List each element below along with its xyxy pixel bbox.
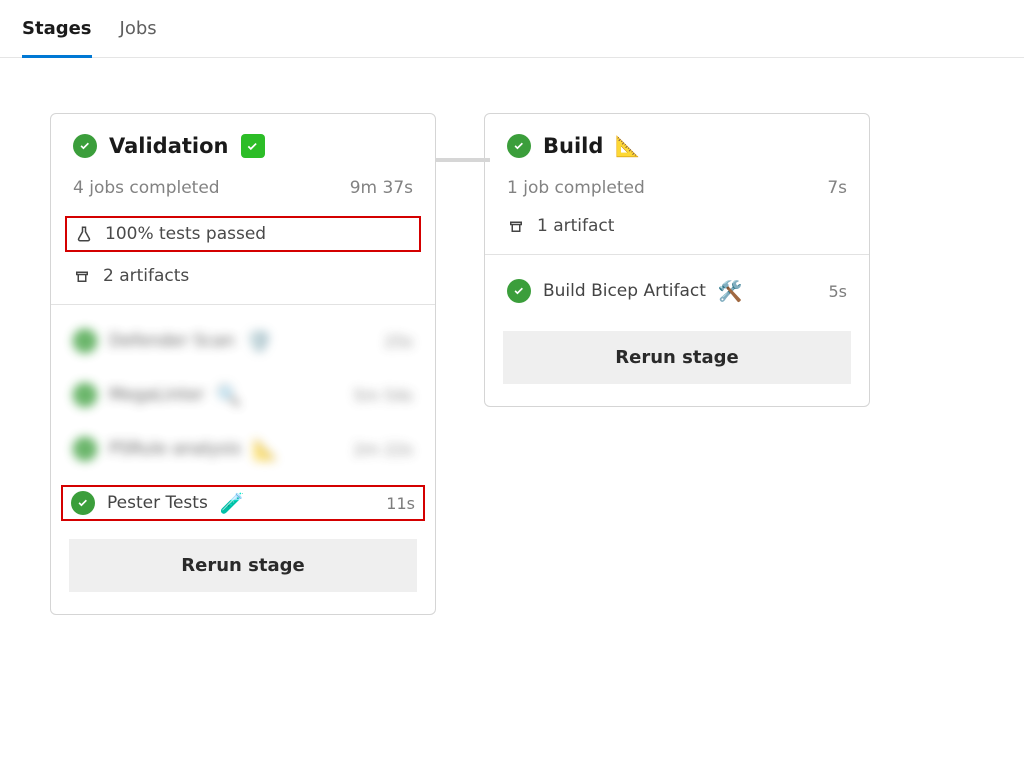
job-row[interactable]: PSRule analysis 📐 2m 22s [69,427,417,471]
job-row[interactable]: MegaLinter 🔍 5m 54s [69,373,417,417]
job-emoji: 🧪 [220,493,245,513]
tab-stages[interactable]: Stages [22,18,92,57]
success-icon [507,134,531,158]
job-row-pester-tests[interactable]: Pester Tests 🧪 11s [61,485,425,521]
success-icon [73,437,97,461]
rerun-stage-button[interactable]: Rerun stage [503,331,851,384]
artifacts-label: 1 artifact [537,216,614,236]
jobs-completed-label: 1 job completed [507,178,645,198]
stage-emoji: 📐 [615,136,640,156]
job-emoji: 📐 [253,439,278,459]
stage-duration: 9m 37s [350,178,413,198]
tests-passed-row[interactable]: 100% tests passed [65,216,421,252]
job-row[interactable]: Build Bicep Artifact 🛠️ 5s [503,269,851,313]
stage-title: Validation [109,134,229,158]
tab-bar: Stages Jobs [0,0,1024,58]
stage-connector [436,158,490,162]
job-name: Pester Tests [107,493,208,513]
job-name: MegaLinter [109,385,204,405]
success-badge-icon [241,134,265,158]
job-emoji: 🛡️ [247,331,272,351]
stage-card-validation[interactable]: Validation 4 jobs completed 9m 37s 100% … [50,113,436,615]
artifact-icon [507,217,525,235]
artifacts-row[interactable]: 2 artifacts [73,266,413,286]
job-name: PSRule analysis [109,439,241,459]
jobs-completed-label: 4 jobs completed [73,178,220,198]
job-duration: 5s [828,282,847,301]
success-icon [73,329,97,353]
job-row[interactable]: Defender Scan 🛡️ 25s [69,319,417,363]
tests-passed-label: 100% tests passed [105,224,266,244]
stage-title: Build [543,134,603,158]
success-icon [73,134,97,158]
job-name: Build Bicep Artifact [543,281,706,301]
beaker-icon [75,225,93,243]
job-duration: 11s [386,494,415,513]
tab-jobs[interactable]: Jobs [120,18,157,57]
stage-card-build[interactable]: Build 📐 1 job completed 7s 1 artifact Bu… [484,113,870,407]
job-emoji: 🛠️ [718,281,743,301]
job-duration: 5m 54s [353,386,413,405]
success-icon [507,279,531,303]
job-duration: 25s [384,332,413,351]
success-icon [71,491,95,515]
stage-duration: 7s [827,178,847,198]
job-emoji: 🔍 [216,385,241,405]
job-duration: 2m 22s [353,440,413,459]
rerun-stage-button[interactable]: Rerun stage [69,539,417,592]
artifacts-label: 2 artifacts [103,266,189,286]
artifact-icon [73,267,91,285]
success-icon [73,383,97,407]
job-name: Defender Scan [109,331,235,351]
artifacts-row[interactable]: 1 artifact [507,216,847,236]
